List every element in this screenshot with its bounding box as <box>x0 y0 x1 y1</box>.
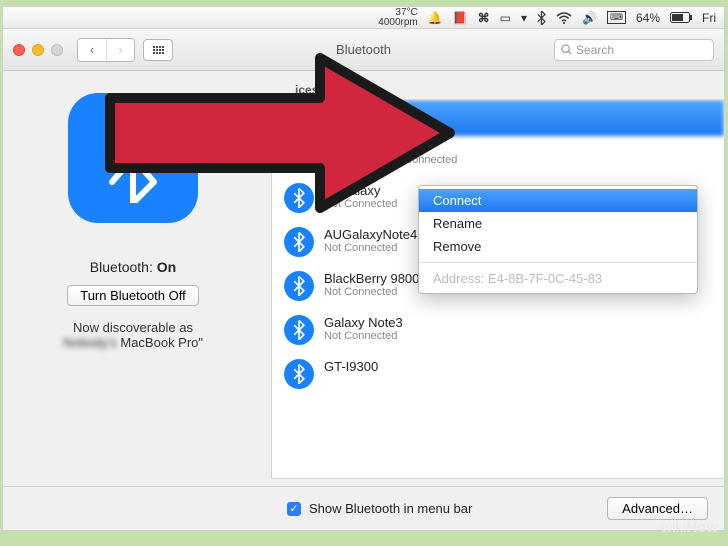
right-pane: Devices GT-N7 Not Connected AuGalaxyNot … <box>263 71 724 486</box>
advanced-button[interactable]: Advanced… <box>607 497 708 520</box>
left-pane: Bluetooth: On Turn Bluetooth Off Now dis… <box>3 71 263 486</box>
back-button[interactable]: ‹ <box>78 39 106 61</box>
search-icon <box>561 44 572 55</box>
bluetooth-device-icon <box>284 271 314 301</box>
creative-cloud-icon[interactable]: ⌘ <box>478 11 490 25</box>
nav-buttons: ‹ › <box>77 38 135 62</box>
bluetooth-icon <box>103 113 163 203</box>
device-status: Not Connected <box>324 242 417 254</box>
device-name: GT-N7 <box>384 139 457 154</box>
volume-icon[interactable]: 🔊 <box>582 11 597 25</box>
window-title: Bluetooth <box>336 42 391 57</box>
bluetooth-device-icon <box>284 359 314 389</box>
bluetooth-device-icon <box>284 315 314 345</box>
selected-device-row[interactable] <box>272 100 724 136</box>
notification-icon[interactable]: 🔔 <box>428 11 443 25</box>
device-name: BlackBerry 9800 <box>324 271 419 286</box>
battery-icon[interactable] <box>670 12 692 23</box>
minimize-button[interactable] <box>32 44 44 56</box>
day-label: Fri <box>702 11 716 25</box>
battery-percent: 64% <box>636 11 660 25</box>
zoom-button[interactable] <box>51 44 63 56</box>
device-status: Not Connected <box>324 198 397 210</box>
discoverable-text: Now discoverable as Nobody's MacBook Pro… <box>63 320 203 350</box>
toolbar: ‹ › Bluetooth Search <box>3 29 724 71</box>
toggle-bluetooth-button[interactable]: Turn Bluetooth Off <box>67 285 199 306</box>
menu-address: Address: E4-8B-7F-0C-45-83 <box>419 267 697 290</box>
dropdown-icon[interactable]: ▾ <box>521 11 527 25</box>
device-status: Not Connected <box>324 286 419 298</box>
app-icon[interactable]: 📕 <box>453 11 468 25</box>
bluetooth-device-icon <box>284 227 314 257</box>
devices-header: Devices <box>263 83 724 99</box>
menu-rename[interactable]: Rename <box>419 212 697 235</box>
bluetooth-prefpane: 37°C 4000rpm 🔔 📕 ⌘ ▭ ▾ 🔊 ⌨ 64% Fri ‹ › <box>2 6 725 531</box>
bluetooth-badge <box>68 93 198 223</box>
input-icon[interactable]: ⌨ <box>607 11 626 24</box>
window-controls <box>13 44 63 56</box>
show-all-button[interactable] <box>143 39 173 61</box>
search-field[interactable]: Search <box>554 39 714 61</box>
device-row[interactable]: Galaxy Note3Not Connected <box>272 308 724 352</box>
show-in-menubar-label: Show Bluetooth in menu bar <box>309 501 472 516</box>
menu-connect[interactable]: Connect <box>419 189 697 212</box>
device-row[interactable]: GT-N7 Not Connected <box>272 136 724 176</box>
device-status: Not Connected <box>324 330 403 342</box>
close-button[interactable] <box>13 44 25 56</box>
menu-remove[interactable]: Remove <box>419 235 697 258</box>
menu-separator <box>419 262 697 263</box>
wikihow-watermark: wikiHow <box>661 519 718 536</box>
device-name: AUGalaxyNote4 <box>324 227 417 242</box>
bluetooth-status: Bluetooth: On <box>90 259 176 275</box>
wifi-icon[interactable] <box>556 12 572 24</box>
device-name: GT-I9300 <box>324 359 378 374</box>
footer-bar: ✓ Show Bluetooth in menu bar Advanced… <box>3 486 724 530</box>
bluetooth-menubar-icon[interactable] <box>537 11 546 25</box>
macos-menubar: 37°C 4000rpm 🔔 📕 ⌘ ▭ ▾ 🔊 ⌨ 64% Fri <box>3 7 724 29</box>
device-row[interactable]: GT-I9300 <box>272 352 724 396</box>
device-status: Not Connected <box>384 154 457 166</box>
show-in-menubar-checkbox[interactable]: ✓ <box>287 502 301 516</box>
bluetooth-device-icon <box>284 183 314 213</box>
device-name: AuGalaxy <box>324 183 397 198</box>
device-name: Galaxy Note3 <box>324 315 403 330</box>
context-menu: Connect Rename Remove Address: E4-8B-7F-… <box>418 185 698 294</box>
grid-icon <box>153 46 164 54</box>
content-area: Bluetooth: On Turn Bluetooth Off Now dis… <box>3 71 724 486</box>
airplay-icon[interactable]: ▭ <box>500 11 511 25</box>
fan-temp-widget: 37°C 4000rpm <box>378 8 417 28</box>
forward-button[interactable]: › <box>106 39 134 61</box>
